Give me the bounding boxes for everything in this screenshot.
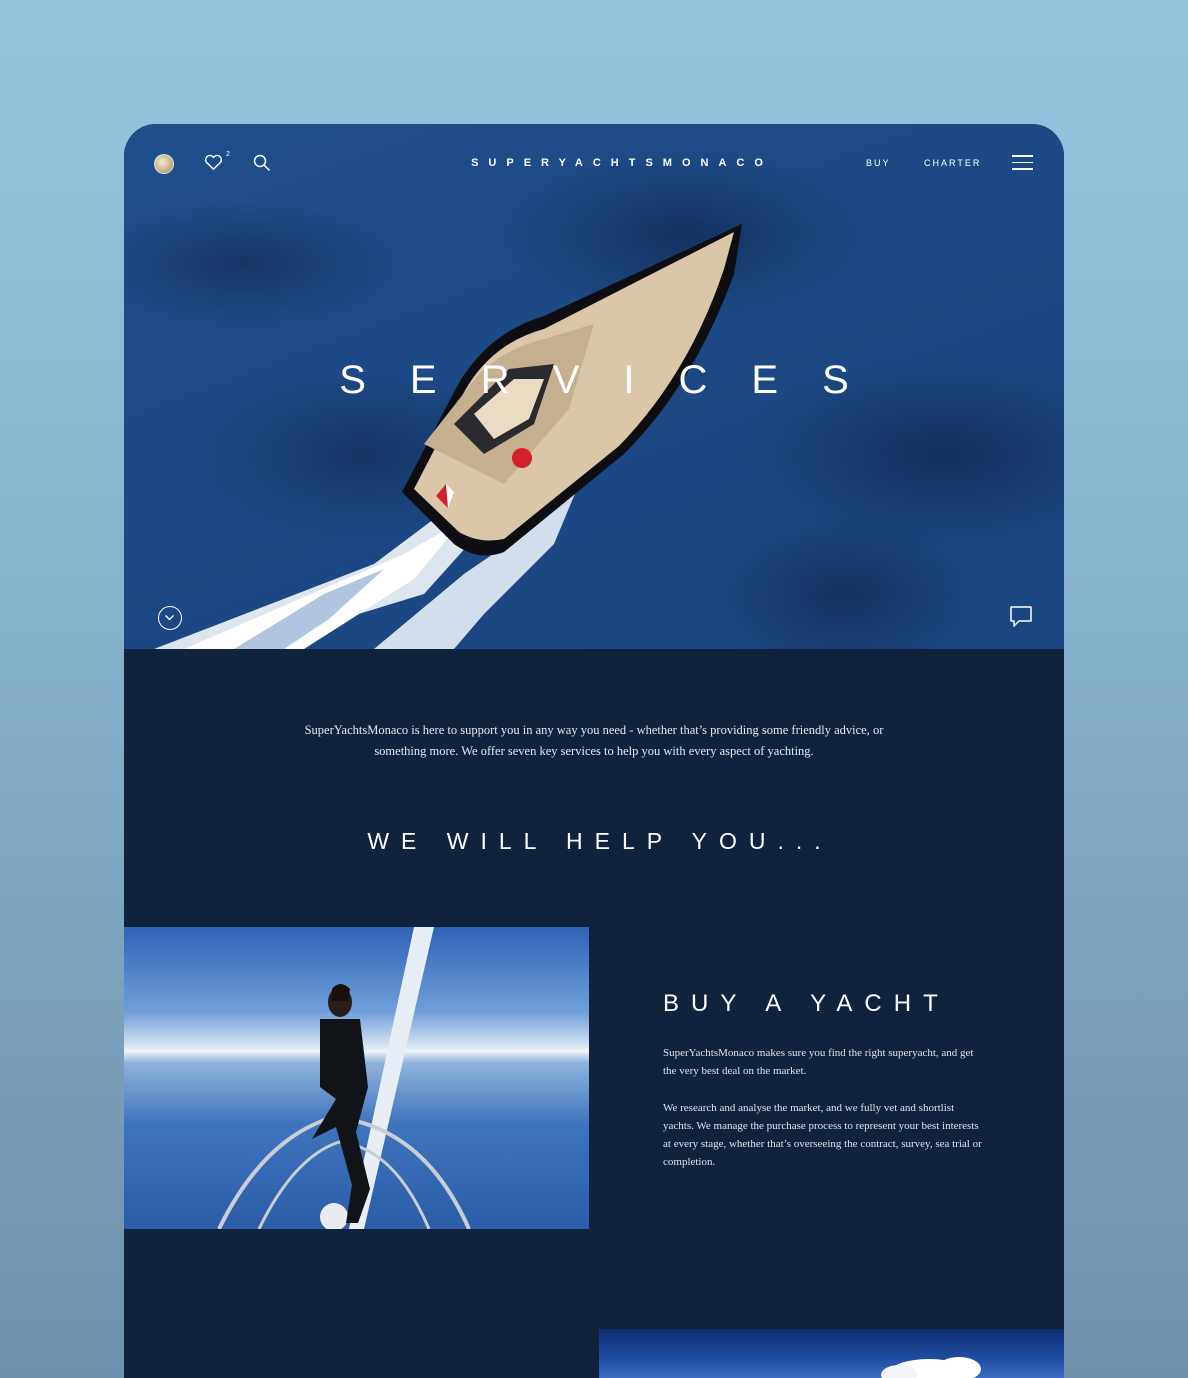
intro-text: SuperYachtsMonaco is here to support you… xyxy=(304,723,884,758)
nav-link-buy[interactable]: BUY xyxy=(866,158,891,168)
hero-banner: 2 SUPERYACHTSMONACO BUY CHARTER SERVICES xyxy=(124,124,1064,649)
nav-link-charter[interactable]: CHARTER xyxy=(924,158,981,168)
feature-paragraph: SuperYachtsMonaco makes sure you find th… xyxy=(663,1047,974,1078)
feature-paragraph: We research and analyse the market, and … xyxy=(663,1101,982,1169)
next-feature-image xyxy=(599,1329,1064,1378)
brand-title[interactable]: SUPERYACHTSMONACO xyxy=(124,157,1064,169)
section-heading: WE WILL HELP YOU... xyxy=(367,828,833,854)
menu-icon[interactable] xyxy=(1012,155,1033,170)
buy-yacht-image xyxy=(124,927,589,1229)
top-navigation: 2 SUPERYACHTSMONACO BUY CHARTER xyxy=(124,124,1064,204)
feature-description: SuperYachtsMonaco makes sure you find th… xyxy=(663,1044,983,1190)
chat-icon[interactable] xyxy=(1010,606,1032,633)
feature-title: BUY A YACHT xyxy=(663,990,950,1017)
app-window: 2 SUPERYACHTSMONACO BUY CHARTER SERVICES… xyxy=(124,124,1064,1378)
hero-title: SERVICES xyxy=(339,358,893,402)
chevron-down-icon[interactable] xyxy=(158,606,182,630)
